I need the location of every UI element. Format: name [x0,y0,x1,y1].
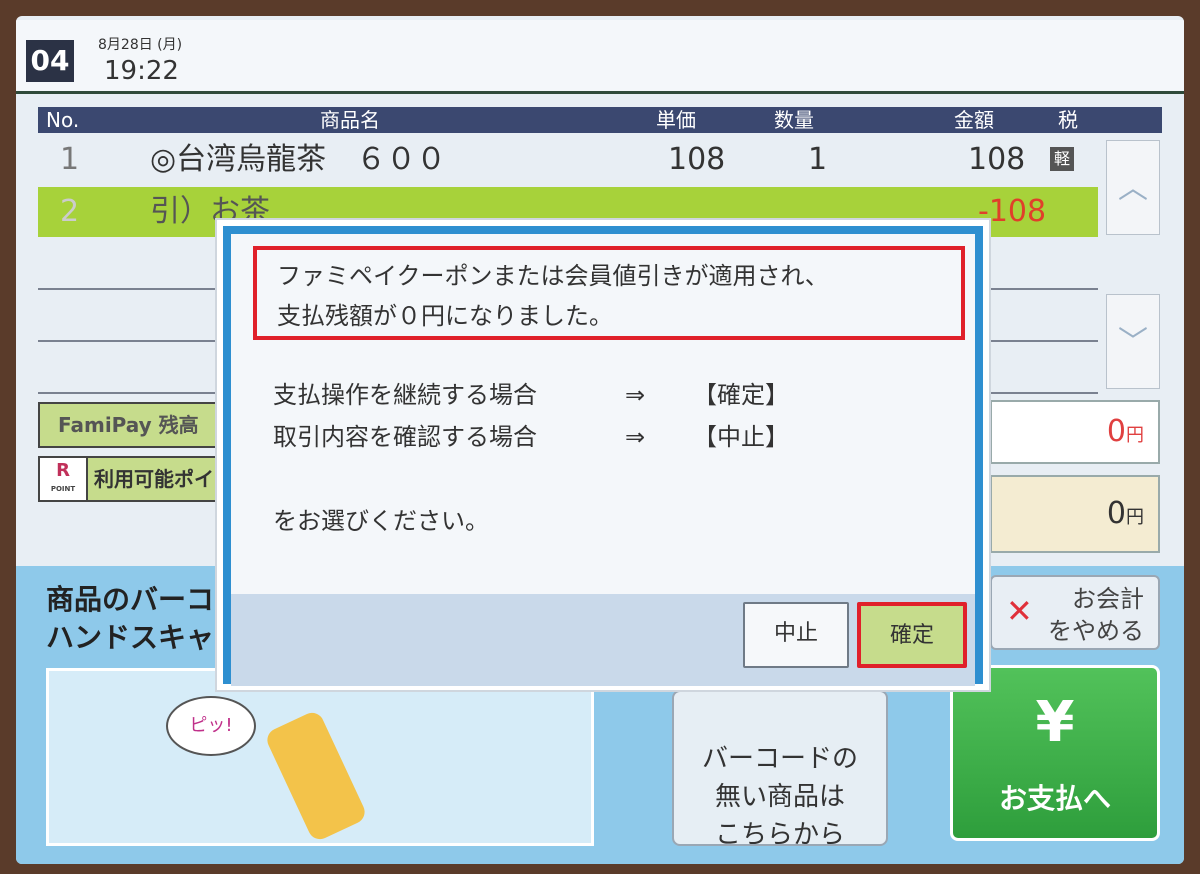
row-no: 2 [60,194,80,229]
dialog-instructions: 支払操作を継続する場合 ⇒ 【確定】 取引内容を確認する場合 ⇒ 【中止】 をお選びくだ… [273,381,789,535]
scroll-up-button[interactable]: ︿ [1106,140,1160,235]
confirm-button[interactable]: 確定 [857,602,967,668]
confirm-dialog: ファミペイクーポンまたは会員値引きが適用され、 支払残額が０円になりました。 支払… [215,218,991,692]
row-no: 1 [60,142,80,177]
row-name: ◎台湾烏龍茶 ６００ [150,142,447,177]
row-amount: 108 [968,142,1026,177]
time: 19:22 [104,56,179,86]
famipay-amount: 0円 [990,400,1160,464]
close-icon: ✕ [1006,592,1033,630]
col-amount: 金額 [954,108,994,132]
kiosk-screen: 04 8月28日 (月) 19:22 No. 商品名 単価 数量 金額 税 1 … [16,16,1184,864]
rakuten-point-logo: R POINT [40,458,88,500]
tax-badge: 軽 [1050,147,1074,171]
register-number: 04 [26,40,74,82]
row-qty: 1 [808,142,828,177]
rpoint-amount: 0円 [990,475,1160,553]
rpoint-row: RPOINT 利用可能ポイント [38,456,218,502]
scroll-down-button[interactable]: ﹀ [1106,294,1160,389]
header: 04 8月28日 (月) 19:22 [16,20,1184,94]
cancel-button[interactable]: 中止 [743,602,849,668]
row-unit-price: 108 [668,142,726,177]
table-row[interactable]: 1 ◎台湾烏龍茶 ６００ 108 1 108 軽 [38,135,1098,185]
col-no: No. [46,108,80,132]
rpoint-label: 利用可能ポイント [94,467,216,491]
dialog-footer: 中止 確定 [231,594,975,686]
famipay-balance-label: FamiPay 残高 [38,402,218,448]
yen-icon: ¥ [1035,690,1075,755]
dialog-message: ファミペイクーポンまたは会員値引きが適用され、 支払残額が０円になりました。 [253,246,965,340]
cancel-checkout-button[interactable]: ✕ お会計 をやめる [990,575,1160,650]
date: 8月28日 (月) [98,37,183,53]
col-unit-price: 単価 [656,108,696,132]
beep-bubble: ピッ! [166,696,256,756]
no-barcode-button[interactable]: バーコードの 無い商品は こちらから [672,690,888,850]
table-header: No. 商品名 単価 数量 金額 税 [38,107,1162,133]
col-qty: 数量 [774,108,814,132]
col-tax: 税 [1058,108,1078,132]
col-name: 商品名 [320,108,380,132]
